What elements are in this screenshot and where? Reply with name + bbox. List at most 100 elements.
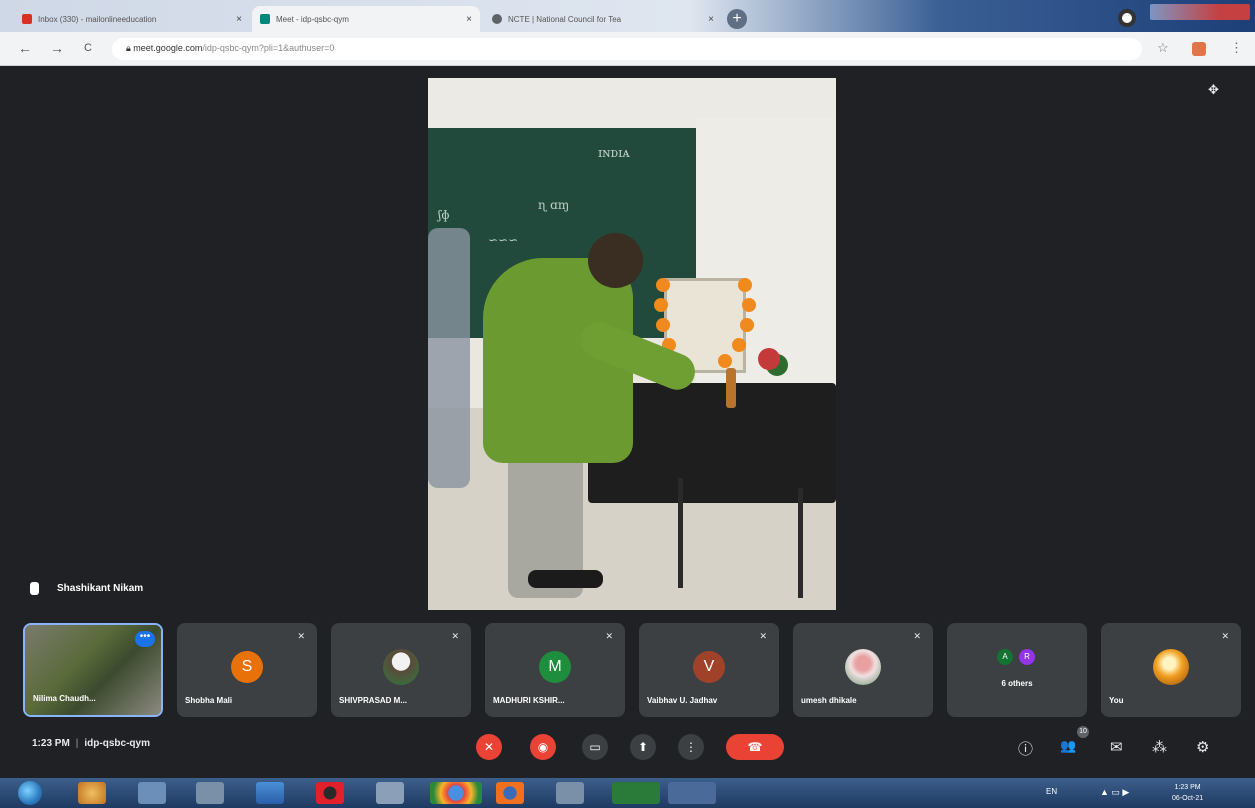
- mic-off-icon: ✕: [913, 631, 921, 641]
- tab-title: NCTE | National Council for Tea: [508, 14, 622, 24]
- avatar: [1153, 649, 1189, 685]
- participant-tile[interactable]: ✕ V Vaibhav U. Jadhav: [639, 623, 779, 717]
- activities-icon[interactable]: ⁂: [1152, 738, 1167, 756]
- back-icon[interactable]: ←: [18, 40, 32, 56]
- main-speaker-name: Shashikant Nikam: [57, 583, 144, 594]
- pin-icon[interactable]: ✥: [1208, 82, 1219, 98]
- avatar: [383, 649, 419, 685]
- info-icon[interactable]: ⓘ: [1018, 738, 1033, 759]
- clock-time: 1:23 PM: [1174, 784, 1201, 791]
- screen: Inbox (330) - mailonlineeducation × Meet…: [0, 0, 1255, 808]
- participant-tile[interactable]: ✕ umesh dhikale: [793, 623, 933, 717]
- main-speaker-label: Shashikant Nikam: [30, 582, 143, 595]
- tab-title: Meet - idp-qsbc-qym: [276, 14, 349, 24]
- mic-off-icon: ✕: [483, 740, 495, 754]
- url-path: /idp-qsbc-qym?pli=1&authuser=0: [202, 43, 335, 53]
- participant-tile[interactable]: ✕ S Shobha Mali: [177, 623, 317, 717]
- chrome-icon[interactable]: [430, 782, 482, 804]
- meeting-time: 1:23 PM: [32, 738, 70, 749]
- participant-name: Shobha Mali: [185, 696, 233, 705]
- app-icon[interactable]: [78, 782, 106, 804]
- avatar: A: [997, 649, 1013, 665]
- media-player-icon[interactable]: [196, 782, 224, 804]
- mic-off-icon: ✕: [297, 631, 305, 641]
- forward-icon[interactable]: →: [50, 40, 64, 56]
- participant-tile[interactable]: ✕ M MADHURI KSHIR...: [485, 623, 625, 717]
- start-button[interactable]: [18, 781, 42, 805]
- mic-off-icon: ✕: [759, 631, 767, 641]
- chat-icon[interactable]: ✉: [1110, 738, 1123, 756]
- browser-menu-icon[interactable]: ⋮: [1230, 40, 1243, 56]
- tab-ncte[interactable]: NCTE | National Council for Tea ×: [484, 6, 722, 32]
- participant-tile[interactable]: ••• Nilima Chaudh...: [23, 623, 163, 717]
- more-options-button[interactable]: ⋮: [678, 734, 704, 760]
- participant-tile-others[interactable]: A R 6 others: [947, 623, 1087, 717]
- close-icon[interactable]: ×: [708, 14, 714, 25]
- more-options-icon[interactable]: •••: [135, 631, 155, 647]
- present-button[interactable]: ⬆: [630, 734, 656, 760]
- mic-off-icon: ✕: [1221, 631, 1229, 641]
- clock[interactable]: 1:23 PM 06-Oct-21: [1172, 782, 1203, 804]
- avatar: R: [1019, 649, 1035, 665]
- participant-strip: ••• Nilima Chaudh... ✕ S Shobha Mali ✕ S…: [23, 623, 1248, 717]
- mic-off-icon: ✕: [605, 631, 613, 641]
- meeting-info: 1:23 PM | idp-qsbc-qym: [32, 738, 150, 749]
- new-tab-button[interactable]: +: [727, 9, 747, 29]
- browser-navbar: ← → C 🔒︎ meet.google.com/idp-qsbc-qym?pl…: [0, 32, 1255, 66]
- reload-icon[interactable]: C: [84, 42, 92, 54]
- mic-icon: [30, 582, 39, 595]
- meet-controls-bar: 1:23 PM | idp-qsbc-qym ✕ ◉ ▭ ⬆ ⋮ ☎ ⓘ 👥 10 …: [8, 726, 1248, 766]
- tab-title: Inbox (330) - mailonlineeducation: [38, 14, 157, 24]
- lamp: [726, 368, 736, 408]
- browser-tabstrip: Inbox (330) - mailonlineeducation × Meet…: [0, 0, 1255, 32]
- firefox-icon[interactable]: [496, 782, 524, 804]
- participant-tile[interactable]: ✕ SHIVPRASAD M...: [331, 623, 471, 717]
- camera-toggle-button[interactable]: ◉: [530, 734, 556, 760]
- window-controls[interactable]: [1150, 4, 1250, 20]
- avatar: M: [539, 651, 571, 683]
- tab-gmail[interactable]: Inbox (330) - mailonlineeducation ×: [14, 6, 250, 32]
- mic-off-icon: ✕: [451, 631, 459, 641]
- avatar: V: [693, 651, 725, 683]
- close-icon[interactable]: ×: [466, 14, 472, 25]
- clock-date: 06-Oct-21: [1172, 795, 1204, 802]
- internet-explorer-icon[interactable]: [256, 782, 284, 804]
- excel-icon[interactable]: [612, 782, 660, 804]
- system-tray-icons[interactable]: ▲ ▭ ▶: [1100, 787, 1129, 798]
- others-count: 6 others: [1001, 679, 1033, 688]
- mic-toggle-button[interactable]: ✕: [476, 734, 502, 760]
- participant-name: umesh dhikale: [801, 696, 857, 705]
- bookmark-star-icon[interactable]: ☆: [1157, 40, 1169, 56]
- address-bar[interactable]: 🔒︎ meet.google.com/idp-qsbc-qym?pli=1&au…: [112, 38, 1142, 60]
- participant-tile-self[interactable]: ✕ You: [1101, 623, 1241, 717]
- language-indicator[interactable]: EN: [1046, 787, 1057, 796]
- captions-icon: ▭: [589, 740, 601, 754]
- main-video[interactable]: ɪɴᴅɪᴀ ʃɸ ɳ ɑɱ ∽∽∽: [428, 78, 836, 610]
- close-icon[interactable]: ×: [236, 14, 242, 25]
- tab-meet[interactable]: Meet - idp-qsbc-qym ×: [252, 6, 480, 32]
- meet-icon: [260, 14, 270, 24]
- extension-icon[interactable]: [1192, 42, 1206, 56]
- host-controls-icon[interactable]: ⚙: [1196, 738, 1209, 756]
- globe-icon: [492, 14, 502, 24]
- participant-name: MADHURI KSHIR...: [493, 696, 565, 705]
- captions-button[interactable]: ▭: [582, 734, 608, 760]
- app-icon[interactable]: [376, 782, 404, 804]
- participant-name: SHIVPRASAD M...: [339, 696, 408, 705]
- more-vert-icon: ⋮: [685, 740, 697, 754]
- app-icon[interactable]: [668, 782, 716, 804]
- camera-off-icon: ◉: [537, 740, 549, 754]
- url-host: meet.google.com: [133, 43, 203, 53]
- participant-name: Nilima Chaudh...: [33, 694, 96, 703]
- app-icon[interactable]: [556, 782, 584, 804]
- people-icon[interactable]: 👥: [1060, 738, 1076, 754]
- avatar: S: [231, 651, 263, 683]
- avatar: [845, 649, 881, 685]
- folder-icon[interactable]: [138, 782, 166, 804]
- profile-icon[interactable]: [1118, 9, 1136, 27]
- present-icon: ⬆: [637, 740, 649, 754]
- participant-name: Vaibhav U. Jadhav: [647, 696, 718, 705]
- opera-icon[interactable]: [316, 782, 344, 804]
- os-taskbar: EN ▲ ▭ ▶ 1:23 PM 06-Oct-21: [0, 778, 1255, 808]
- leave-call-button[interactable]: ☎: [726, 734, 784, 760]
